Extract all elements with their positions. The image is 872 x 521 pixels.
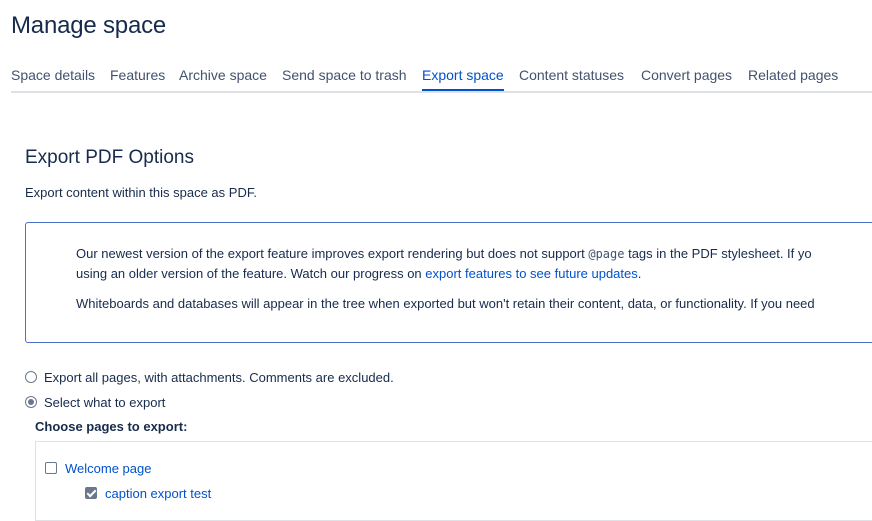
- tab-space-details[interactable]: Space details: [11, 67, 95, 88]
- caption-export-test-link[interactable]: caption export test: [105, 486, 211, 501]
- info-text: tags in the PDF stylesheet. If yo: [624, 246, 812, 261]
- section-title: Export PDF Options: [25, 147, 194, 168]
- tab-export-space[interactable]: Export space: [422, 67, 504, 91]
- choose-pages-label: Choose pages to export:: [35, 419, 188, 434]
- export-features-link[interactable]: export features to see future updates: [425, 266, 637, 281]
- info-text: using an older version of the feature. W…: [76, 266, 426, 281]
- select-export-option[interactable]: Select what to export: [25, 393, 165, 411]
- welcome-page-link[interactable]: Welcome page: [65, 461, 151, 476]
- page-tag-code: @page: [588, 247, 625, 261]
- export-all-option[interactable]: Export all pages, with attachments. Comm…: [25, 368, 394, 386]
- tab-related-pages[interactable]: Related pages: [748, 67, 838, 88]
- info-paragraph-1: Our newest version of the export feature…: [76, 244, 812, 264]
- page-tree: Welcome page caption export test: [35, 441, 872, 521]
- info-text: Our newest version of the export feature…: [76, 246, 589, 261]
- info-paragraph-2: using an older version of the feature. W…: [76, 264, 641, 284]
- tab-send-space-to-trash[interactable]: Send space to trash: [282, 67, 407, 88]
- welcome-page-checkbox[interactable]: [45, 462, 57, 474]
- tab-archive-space[interactable]: Archive space: [179, 67, 267, 88]
- caption-export-test-checkbox[interactable]: [85, 487, 97, 499]
- select-export-radio[interactable]: [25, 396, 37, 408]
- export-all-radio[interactable]: [25, 371, 37, 383]
- tab-features[interactable]: Features: [110, 67, 165, 88]
- info-paragraph-3: Whiteboards and databases will appear in…: [76, 296, 815, 311]
- export-all-label: Export all pages, with attachments. Comm…: [44, 369, 394, 385]
- tree-item-welcome-page[interactable]: Welcome page: [45, 459, 151, 477]
- select-export-label: Select what to export: [44, 394, 166, 410]
- section-description: Export content within this space as PDF.: [25, 185, 257, 200]
- info-panel: Our newest version of the export feature…: [25, 222, 872, 343]
- info-text: .: [637, 266, 642, 281]
- tab-bar: Space details Features Archive space Sen…: [11, 67, 872, 93]
- tab-content-statuses[interactable]: Content statuses: [519, 67, 624, 88]
- tab-convert-pages[interactable]: Convert pages: [641, 67, 732, 88]
- tree-item-caption-export-test[interactable]: caption export test: [85, 484, 211, 502]
- page-title: Manage space: [11, 12, 167, 39]
